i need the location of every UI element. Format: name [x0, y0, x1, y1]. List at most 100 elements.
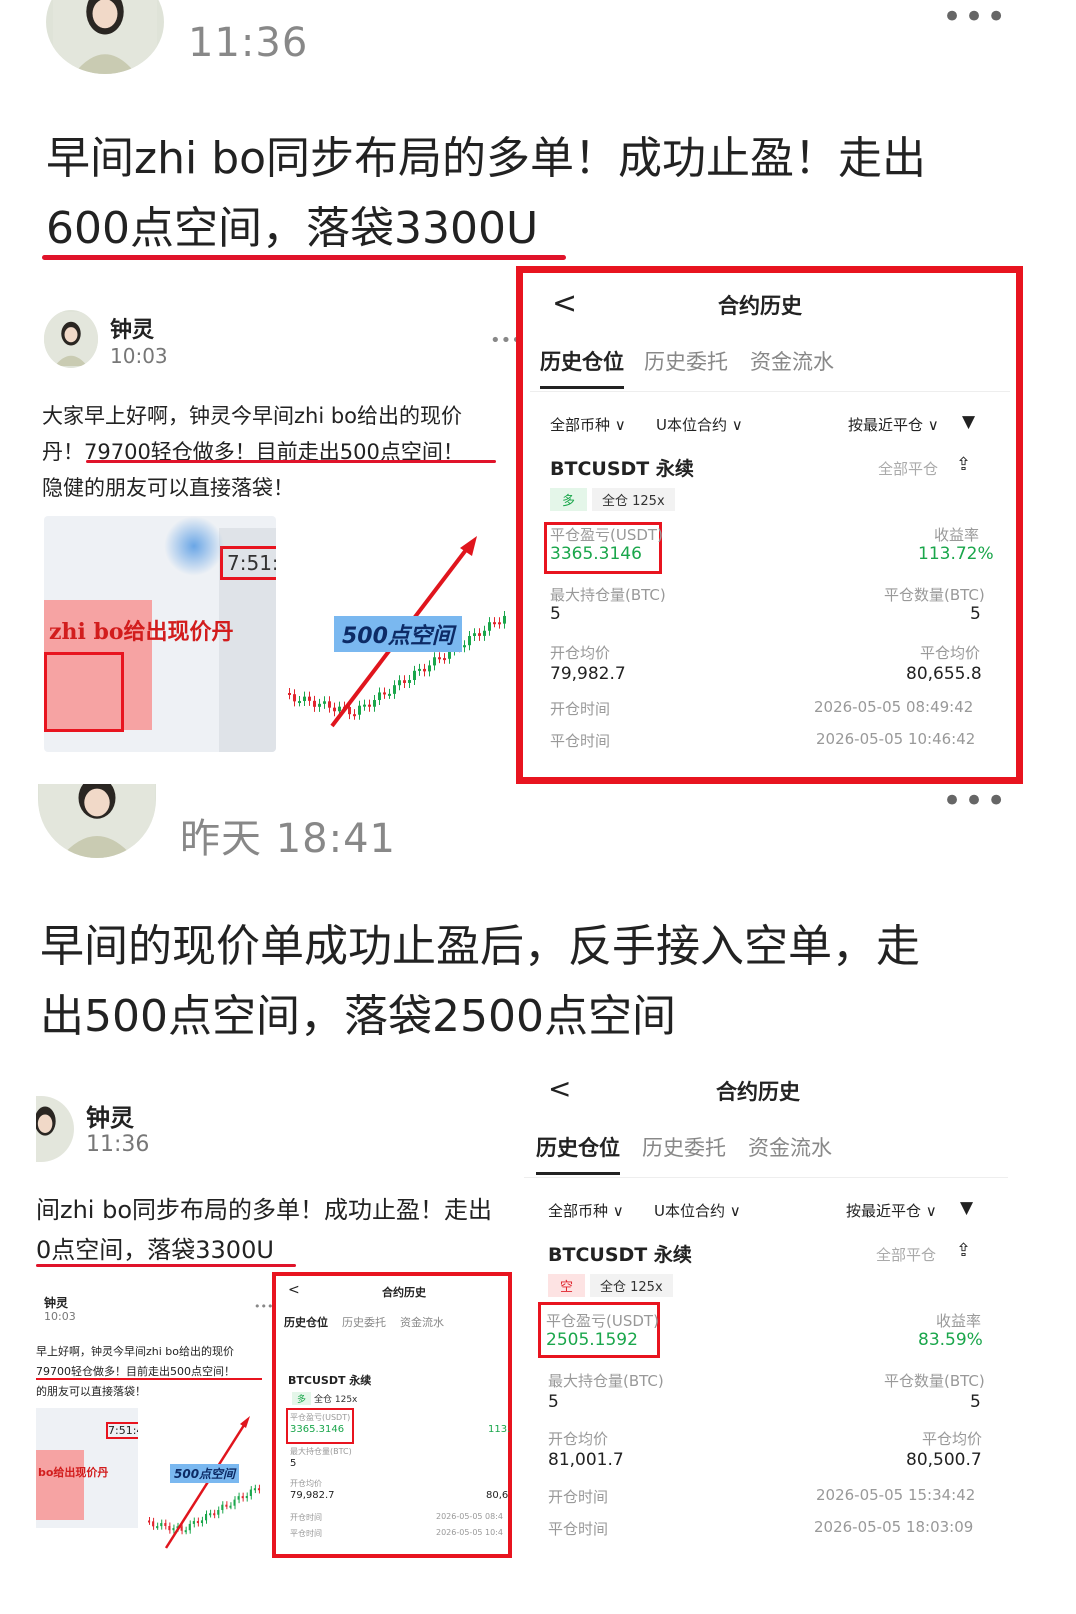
filter-sort[interactable]: 按最近平仓 ∨: [848, 414, 939, 435]
pnl-value: 3365.3146: [550, 544, 642, 564]
filter-icon[interactable]: ▼: [962, 412, 975, 432]
close-time-label: 平仓时间: [550, 732, 611, 750]
roi-label: 收益率: [934, 526, 980, 544]
tab-fund-flow[interactable]: 资金流水: [748, 1132, 832, 1162]
tab-fund-flow[interactable]: 资金流水: [750, 346, 834, 376]
embed-avatar: [36, 1096, 74, 1162]
author-avatar[interactable]: [38, 784, 156, 858]
filter-icon[interactable]: ▼: [960, 1198, 973, 1218]
candle-body: [373, 700, 376, 707]
inner-candlestick-chart: [148, 1416, 261, 1549]
candle-body: [313, 700, 316, 707]
inner-close-avg: 80,6: [486, 1490, 509, 1501]
contract-history-card: < 合约历史 历史仓位 历史委托 资金流水 全部币种 ∨ U本位合约 ∨ 按最近…: [530, 280, 1010, 770]
embed-time: 10:03: [110, 344, 168, 368]
contract-title: 合约历史: [718, 294, 802, 318]
candle-body: [368, 704, 371, 707]
contract-title: 合约历史: [716, 1080, 800, 1104]
candle-body: [168, 1525, 171, 1531]
close-all-button[interactable]: 全部平仓: [878, 458, 938, 479]
candle-body: [237, 1496, 240, 1500]
candle-body: [378, 692, 381, 701]
candle-body: [333, 707, 336, 712]
candle-body: [503, 615, 506, 624]
inner-tab-funds: 资金流水: [400, 1316, 444, 1329]
avatar-portrait-icon: [36, 1106, 56, 1136]
candle-body: [196, 1521, 199, 1524]
filter-coin[interactable]: 全部币种 ∨: [550, 414, 626, 435]
candle-body: [188, 1523, 191, 1531]
close-avg-value: 80,655.8: [906, 664, 982, 684]
open-avg-label: 开仓均价: [548, 1430, 609, 1448]
embed-text-line1: 间zhi bo同步布局的多单！成功止盈！走出: [36, 1196, 493, 1224]
candle-body: [257, 1488, 261, 1491]
candle-body: [213, 1513, 216, 1516]
candle-body: [388, 693, 391, 696]
inner-text-line3: 的朋友可以直接落袋！: [36, 1385, 146, 1398]
filter-contract-type[interactable]: U本位合约 ∨: [654, 1200, 741, 1221]
candle-body: [180, 1526, 183, 1531]
tab-history-position[interactable]: 历史仓位: [540, 346, 624, 376]
embed-time: 11:36: [86, 1132, 150, 1157]
candle-body: [483, 630, 486, 636]
tab-history-orders[interactable]: 历史委托: [642, 1132, 726, 1162]
close-time-value: 2026-05-05 18:03:09: [814, 1518, 974, 1536]
pnl-label: 平仓盈亏(USDT): [550, 526, 663, 544]
open-avg-value: 79,982.7: [550, 664, 626, 684]
close-qty-label: 平仓数量(BTC): [884, 1372, 985, 1390]
inner-lev: 全仓 125x: [314, 1395, 358, 1405]
post-text: 早间的现价单成功止盈后，反手接入空单，走 出500点空间，落袋2500点空间: [40, 912, 1040, 1052]
candle-body: [358, 705, 361, 715]
open-time-value: 2026-05-05 15:34:42: [816, 1486, 976, 1504]
candle-body: [253, 1488, 256, 1491]
tab-active-indicator: [536, 1172, 620, 1175]
filter-contract-type[interactable]: U本位合约 ∨: [656, 414, 743, 435]
filter-sort[interactable]: 按最近平仓 ∨: [846, 1200, 937, 1221]
candle-body: [298, 701, 301, 704]
candle-body: [233, 1499, 236, 1506]
candle-body: [245, 1495, 248, 1499]
post-text-line2: 出500点空间，落袋2500点空间: [40, 991, 676, 1042]
inner-tab-orders: 历史委托: [342, 1316, 386, 1329]
share-icon[interactable]: ⇪: [956, 1240, 971, 1261]
filter-coin[interactable]: 全部币种 ∨: [548, 1200, 624, 1221]
close-qty-value: 5: [970, 1392, 981, 1412]
inner-clock: 7:51:4: [106, 1422, 138, 1439]
candle-body: [156, 1526, 159, 1529]
tab-history-orders[interactable]: 历史委托: [644, 346, 728, 376]
close-all-button[interactable]: 全部平仓: [876, 1244, 936, 1265]
share-icon[interactable]: ⇪: [956, 454, 971, 475]
candle-body: [192, 1521, 195, 1524]
inner-side: 多: [292, 1392, 312, 1405]
candle-body: [209, 1513, 212, 1516]
post-text-line1: 早间的现价单成功止盈后，反手接入空单，走: [40, 921, 920, 972]
post-text: 早间zhi bo同步布局的多单！成功止盈！走出 600点空间，落袋3300U: [46, 124, 1036, 264]
inner-image: 7:51:4 bo给出现价丹: [36, 1408, 138, 1528]
leverage-badge: 全仓 125x: [590, 1274, 673, 1297]
avatar-portrait-icon: [44, 312, 98, 366]
avatar-portrait-icon: [53, 0, 157, 74]
candle-body: [353, 714, 356, 717]
inner-text-line1: 早上好啊，钟灵今早间zhi bo给出的现价: [36, 1345, 235, 1358]
highlight-underline: [42, 255, 566, 260]
candle-body: [403, 680, 406, 683]
candle-body: [229, 1505, 232, 1508]
open-time-label: 开仓时间: [550, 700, 611, 718]
candle-body: [164, 1523, 167, 1526]
candle-body: [328, 701, 331, 708]
author-avatar[interactable]: [46, 0, 164, 74]
post-text-line2: 600点空间，落袋3300U: [46, 203, 539, 254]
candle-body: [152, 1521, 155, 1527]
candle-body: [383, 692, 386, 695]
inner-max-hold-label: 最大持仓量(BTC): [290, 1447, 352, 1456]
inner-time: 10:03: [44, 1310, 76, 1323]
back-icon[interactable]: <: [548, 1072, 571, 1105]
candle-body: [363, 704, 366, 707]
screenshot-image: 7:51:4 zhi bo给出现价丹: [44, 516, 276, 752]
tab-history-position[interactable]: 历史仓位: [536, 1132, 620, 1162]
candle-body: [148, 1520, 151, 1523]
back-icon[interactable]: <: [552, 286, 577, 321]
inner-more-icon: •••: [254, 1300, 274, 1313]
more-options-icon[interactable]: •••: [942, 0, 1008, 34]
more-options-icon[interactable]: •••: [942, 784, 1008, 818]
